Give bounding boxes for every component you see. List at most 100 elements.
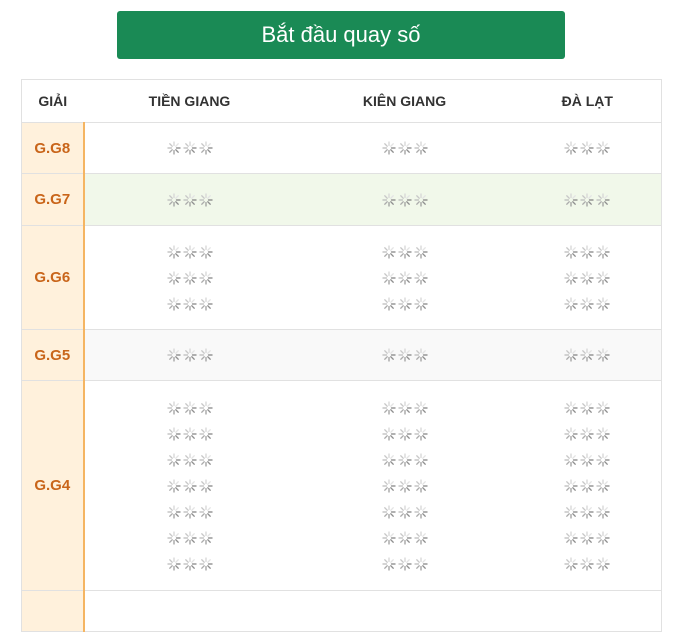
pending-number — [296, 291, 514, 317]
pending-number — [296, 447, 514, 473]
result-cell-kien-giang — [295, 380, 514, 591]
result-cell-partial — [513, 590, 662, 632]
loading-spinner-icon — [381, 296, 396, 311]
loading-spinner-icon — [167, 556, 181, 571]
loading-spinner-icon — [381, 192, 396, 207]
pending-number — [296, 421, 514, 447]
loading-spinner-icon — [183, 192, 197, 207]
pending-number — [85, 342, 296, 368]
loading-spinner-icon — [397, 141, 412, 155]
pending-number — [296, 551, 514, 577]
prize-label: G.G7 — [21, 173, 85, 226]
pending-number — [514, 447, 662, 473]
loading-spinner-icon — [580, 504, 594, 519]
loading-spinner-icon — [183, 478, 197, 493]
loading-spinner-icon — [397, 400, 412, 415]
loading-spinner-icon — [596, 504, 610, 519]
loading-spinner-icon — [183, 141, 197, 155]
loading-spinner-icon — [580, 530, 594, 545]
pending-number — [85, 265, 296, 291]
loading-spinner-icon — [199, 270, 213, 285]
loading-spinner-icon — [564, 348, 578, 362]
loading-spinner-icon — [199, 400, 213, 415]
header-kien-giang: KIÊN GIANG — [295, 79, 514, 123]
loading-spinner-icon — [199, 504, 213, 519]
loading-spinner-icon — [596, 478, 610, 493]
loading-spinner-icon — [397, 478, 412, 493]
loading-spinner-icon — [564, 296, 578, 311]
loading-spinner-icon — [167, 244, 181, 259]
table-header-row: GIẢI TIỀN GIANG KIÊN GIANG ĐÀ LẠT — [21, 79, 662, 123]
pending-number — [514, 342, 662, 368]
loading-spinner-icon — [596, 244, 610, 259]
loading-spinner-icon — [183, 296, 197, 311]
loading-spinner-icon — [167, 504, 181, 519]
loading-spinner-icon — [183, 270, 197, 285]
pending-number — [296, 499, 514, 525]
loading-spinner-icon — [199, 244, 213, 259]
pending-number — [85, 499, 296, 525]
loading-spinner-icon — [381, 141, 396, 155]
loading-spinner-icon — [183, 504, 197, 519]
loading-spinner-icon — [381, 244, 396, 259]
lottery-results-table: GIẢI TIỀN GIANG KIÊN GIANG ĐÀ LẠT G.G8 G… — [21, 79, 662, 632]
loading-spinner-icon — [199, 452, 213, 467]
pending-number — [85, 187, 296, 213]
loading-spinner-icon — [413, 530, 428, 545]
loading-spinner-icon — [580, 296, 594, 311]
pending-number — [296, 473, 514, 499]
loading-spinner-icon — [596, 192, 610, 207]
result-cell-partial — [295, 590, 514, 632]
loading-spinner-icon — [596, 452, 610, 467]
loading-spinner-icon — [580, 452, 594, 467]
loading-spinner-icon — [413, 270, 428, 285]
pending-number — [514, 135, 662, 161]
loading-spinner-icon — [381, 426, 396, 441]
result-cell-partial — [83, 590, 296, 632]
loading-spinner-icon — [580, 478, 594, 493]
pending-number — [514, 525, 662, 551]
loading-spinner-icon — [381, 478, 396, 493]
pending-number — [514, 473, 662, 499]
loading-spinner-icon — [381, 270, 396, 285]
loading-spinner-icon — [564, 244, 578, 259]
loading-spinner-icon — [413, 296, 428, 311]
pending-number — [296, 525, 514, 551]
loading-spinner-icon — [199, 192, 213, 207]
result-cell-kien-giang — [295, 173, 514, 226]
loading-spinner-icon — [580, 556, 594, 571]
loading-spinner-icon — [183, 348, 197, 362]
loading-spinner-icon — [596, 556, 610, 571]
pending-number — [514, 187, 662, 213]
result-cell-da-lat — [513, 122, 662, 174]
pending-number — [514, 291, 662, 317]
pending-number — [85, 135, 296, 161]
loading-spinner-icon — [167, 348, 181, 362]
pending-number — [85, 395, 296, 421]
loading-spinner-icon — [183, 556, 197, 571]
loading-spinner-icon — [167, 452, 181, 467]
loading-spinner-icon — [596, 426, 610, 441]
result-cell-kien-giang — [295, 329, 514, 381]
loading-spinner-icon — [199, 141, 213, 155]
loading-spinner-icon — [183, 426, 197, 441]
pending-number — [514, 395, 662, 421]
start-draw-button[interactable]: Bắt đầu quay số — [117, 11, 565, 59]
table-row-partial — [21, 590, 662, 632]
pending-number — [296, 395, 514, 421]
loading-spinner-icon — [413, 141, 428, 155]
result-cell-tien-giang — [83, 173, 296, 226]
loading-spinner-icon — [381, 348, 396, 362]
loading-spinner-icon — [397, 530, 412, 545]
result-cell-da-lat — [513, 380, 662, 591]
result-cell-kien-giang — [295, 122, 514, 174]
pending-number — [514, 265, 662, 291]
table-row: G.G7 — [21, 173, 662, 226]
loading-spinner-icon — [596, 296, 610, 311]
pending-number — [296, 135, 514, 161]
result-cell-tien-giang — [83, 225, 296, 330]
loading-spinner-icon — [381, 556, 396, 571]
loading-spinner-icon — [199, 426, 213, 441]
loading-spinner-icon — [199, 530, 213, 545]
loading-spinner-icon — [564, 400, 578, 415]
